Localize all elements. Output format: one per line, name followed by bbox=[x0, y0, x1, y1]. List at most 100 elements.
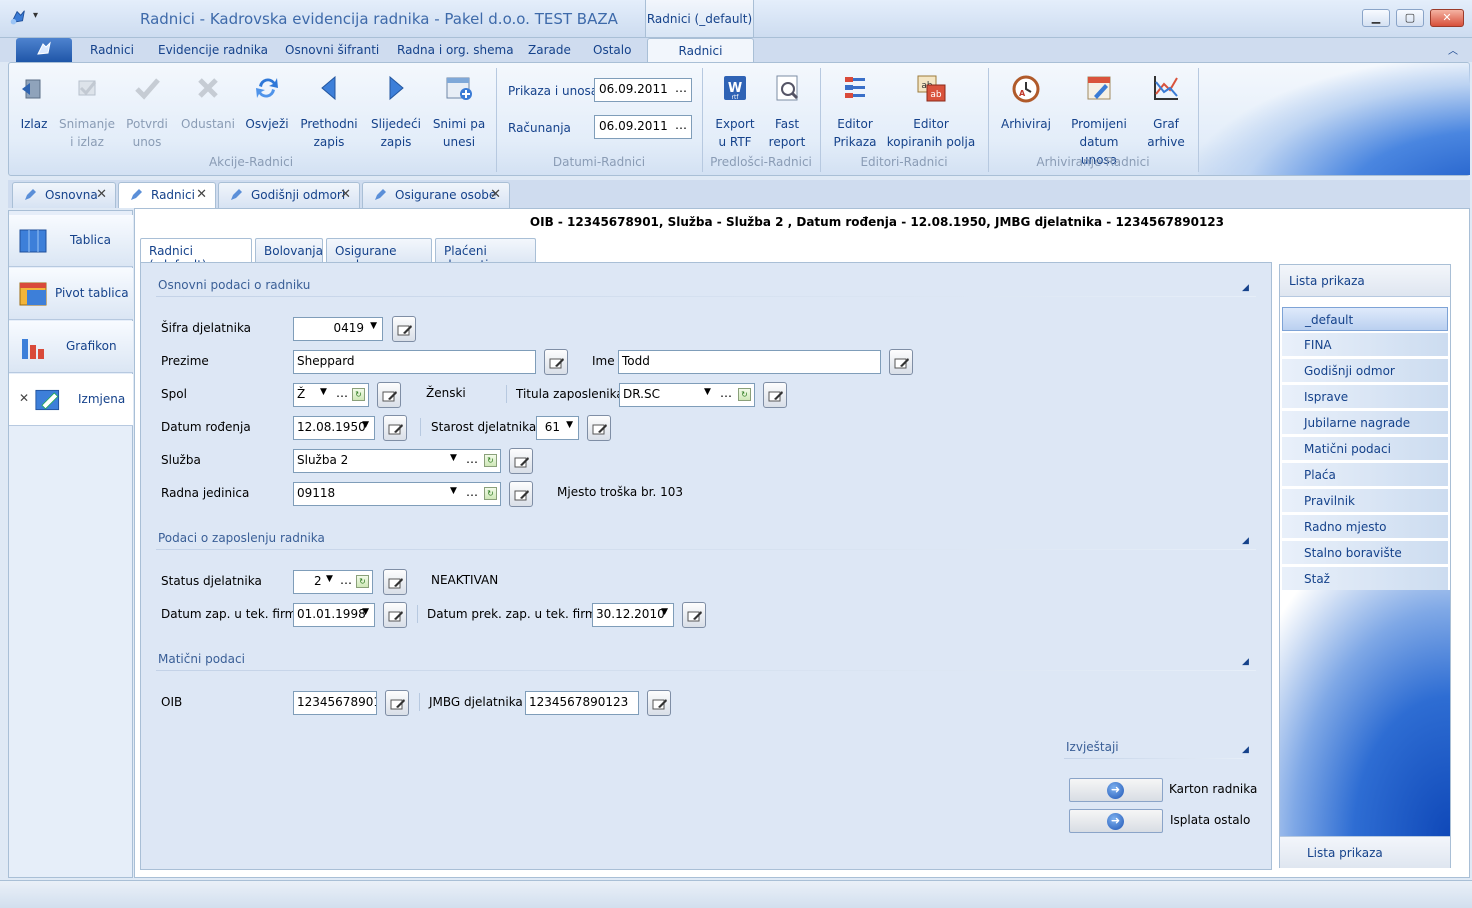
datum-prek-date-field[interactable]: 30.12.2010 ▼ bbox=[592, 603, 674, 627]
ribbon-tab-active-radnici[interactable]: Radnici bbox=[647, 38, 754, 63]
spol-dropdown[interactable]: Ž ▼ … ↻ bbox=[293, 383, 369, 407]
dropdown-arrow-icon[interactable]: ▼ bbox=[704, 387, 711, 397]
edit-datum-zap-button[interactable] bbox=[383, 602, 407, 628]
inner-tab-radnici-default[interactable]: Radnici (_default) bbox=[140, 238, 252, 272]
inner-tab-osigurane-osobe[interactable]: Osigurane osobe bbox=[326, 238, 432, 272]
ellipsis-icon[interactable]: … bbox=[675, 118, 687, 132]
edit-radna-jedinica-button[interactable] bbox=[509, 481, 533, 507]
quick-access-dropdown-icon[interactable]: ▾ bbox=[33, 10, 38, 21]
racunanja-date-field[interactable]: 06.09.2011 … bbox=[594, 115, 692, 139]
close-icon[interactable]: ✕ bbox=[96, 187, 107, 202]
potvrdi-unos-button[interactable]: Potvrdi unos bbox=[124, 72, 170, 151]
radna-jedinica-dropdown[interactable]: 09118 ▼ … ↻ bbox=[293, 482, 501, 506]
collapse-icon[interactable]: ◢ bbox=[1242, 745, 1249, 755]
view-item-radno-mjesto[interactable]: Radno mjesto bbox=[1282, 515, 1448, 539]
nav-item-tablica[interactable]: Tablica bbox=[9, 215, 133, 267]
close-icon[interactable]: ✕ bbox=[196, 187, 207, 202]
app-menu-button[interactable] bbox=[16, 38, 72, 62]
view-item-default[interactable]: _default bbox=[1282, 307, 1448, 331]
close-icon[interactable]: ✕ bbox=[19, 391, 29, 405]
isplata-ostalo-report-button[interactable]: ➜ bbox=[1069, 809, 1163, 833]
ribbon-tab-evidencije[interactable]: Evidencije radnika bbox=[158, 43, 268, 57]
datum-zap-date-field[interactable]: 01.01.1998 ▼ bbox=[293, 603, 375, 627]
dropdown-arrow-icon[interactable]: ▼ bbox=[450, 453, 457, 463]
doc-tab-osnovna[interactable]: Osnovna ✕ bbox=[12, 182, 116, 208]
dropdown-arrow-icon[interactable]: ▼ bbox=[320, 387, 327, 397]
prethodni-zapis-button[interactable]: Prethodni zapis bbox=[298, 72, 360, 151]
graf-arhive-button[interactable]: Graf arhive bbox=[1144, 72, 1188, 151]
edit-jmbg-button[interactable] bbox=[647, 690, 671, 716]
dropdown-arrow-icon[interactable]: ▼ bbox=[450, 486, 457, 496]
view-item-isprave[interactable]: Isprave bbox=[1282, 385, 1448, 409]
ribbon-tab-zarade[interactable]: Zarade bbox=[528, 43, 571, 57]
edit-datum-rodenja-button[interactable] bbox=[383, 415, 407, 441]
dropdown-arrow-icon[interactable]: ▼ bbox=[326, 574, 333, 584]
dropdown-arrow-icon[interactable]: ▼ bbox=[370, 321, 377, 331]
ellipsis-icon[interactable]: … bbox=[336, 386, 348, 400]
view-item-jubilarne-nagrade[interactable]: Jubilarne nagrade bbox=[1282, 411, 1448, 435]
view-item-staz[interactable]: Staž bbox=[1282, 567, 1448, 591]
ellipsis-icon[interactable]: … bbox=[466, 485, 478, 499]
view-item-godisnji-odmor[interactable]: Godišnji odmor bbox=[1282, 359, 1448, 383]
doc-tab-osigurane-osobe[interactable]: Osigurane osobe ✕ bbox=[362, 182, 510, 208]
ellipsis-icon[interactable]: … bbox=[720, 386, 732, 400]
refresh-small-icon[interactable]: ↻ bbox=[484, 487, 497, 500]
karton-radnika-report-button[interactable]: ➜ bbox=[1069, 778, 1163, 802]
nav-item-grafikon[interactable]: Grafikon bbox=[9, 321, 133, 373]
ellipsis-icon[interactable]: … bbox=[466, 452, 478, 466]
jmbg-input[interactable]: 1234567890123 bbox=[525, 691, 639, 715]
edit-titula-button[interactable] bbox=[763, 382, 787, 408]
editor-prikaza-button[interactable]: Editor Prikaza bbox=[830, 72, 880, 151]
refresh-small-icon[interactable]: ↻ bbox=[738, 388, 751, 401]
export-rtf-button[interactable]: Wrtf Export u RTF bbox=[710, 72, 760, 151]
close-icon[interactable]: ✕ bbox=[340, 187, 351, 202]
ime-input[interactable]: Todd bbox=[618, 350, 881, 374]
inner-tab-bolovanja[interactable]: Bolovanja bbox=[255, 238, 323, 263]
dropdown-arrow-icon[interactable]: ▼ bbox=[362, 420, 369, 430]
view-item-placa[interactable]: Plaća bbox=[1282, 463, 1448, 487]
collapse-icon[interactable]: ◢ bbox=[1242, 657, 1249, 667]
lista-prikaza-footer-button[interactable]: Lista prikaza bbox=[1280, 836, 1450, 868]
edit-datum-prek-button[interactable] bbox=[682, 602, 706, 628]
view-item-fina[interactable]: FINA bbox=[1282, 333, 1448, 357]
dropdown-arrow-icon[interactable]: ▼ bbox=[362, 607, 369, 617]
app-logo-icon[interactable] bbox=[8, 8, 28, 28]
nav-item-izmjena[interactable]: ✕ Izmjena bbox=[9, 374, 133, 426]
oib-input[interactable]: 12345678901 bbox=[293, 691, 377, 715]
arhiviraj-button[interactable]: A Arhiviraj bbox=[998, 72, 1054, 133]
doc-tab-godisnji-odmori[interactable]: Godišnji odmori ✕ bbox=[218, 182, 360, 208]
status-dropdown[interactable]: 2 ▼ … ↻ bbox=[293, 570, 373, 594]
izlaz-button[interactable]: Izlaz bbox=[16, 72, 52, 133]
edit-oib-button[interactable] bbox=[385, 690, 409, 716]
close-button[interactable]: ✕ bbox=[1430, 9, 1464, 27]
dropdown-arrow-icon[interactable]: ▼ bbox=[661, 607, 668, 617]
edit-sifra-button[interactable] bbox=[392, 316, 416, 342]
doc-tab-radnici[interactable]: Radnici ✕ bbox=[118, 182, 216, 208]
ellipsis-icon[interactable]: … bbox=[675, 81, 687, 95]
close-icon[interactable]: ✕ bbox=[490, 187, 501, 202]
ribbon-tab-radna-shema[interactable]: Radna i org. shema bbox=[397, 43, 514, 57]
prikaza-unosa-date-field[interactable]: 06.09.2011 … bbox=[594, 78, 692, 102]
minimize-button[interactable]: ▁ bbox=[1362, 9, 1390, 27]
datum-rodenja-date-field[interactable]: 12.08.1950 ▼ bbox=[293, 416, 375, 440]
prezime-input[interactable]: Sheppard bbox=[293, 350, 536, 374]
view-item-maticni-podaci[interactable]: Matični podaci bbox=[1282, 437, 1448, 461]
maximize-button[interactable]: ▢ bbox=[1396, 9, 1424, 27]
view-item-pravilnik[interactable]: Pravilnik bbox=[1282, 489, 1448, 513]
sifra-dropdown[interactable]: 0419 ▼ bbox=[293, 317, 383, 341]
snimi-pa-unesi-button[interactable]: Snimi pa unesi bbox=[432, 72, 486, 151]
ribbon-collapse-icon[interactable]: ︿ bbox=[1448, 42, 1458, 57]
slijedeci-zapis-button[interactable]: Slijedeći zapis bbox=[366, 72, 426, 151]
osvjezi-button[interactable]: Osvježi bbox=[244, 72, 290, 133]
view-item-stalno-boraviste[interactable]: Stalno boravište bbox=[1282, 541, 1448, 565]
edit-status-button[interactable] bbox=[383, 569, 407, 595]
odustani-button[interactable]: Odustani bbox=[180, 72, 236, 133]
refresh-small-icon[interactable]: ↻ bbox=[484, 454, 497, 467]
collapse-icon[interactable]: ◢ bbox=[1242, 283, 1249, 293]
dropdown-arrow-icon[interactable]: ▼ bbox=[566, 420, 573, 430]
ribbon-tab-ostalo[interactable]: Ostalo bbox=[593, 43, 631, 57]
fast-report-button[interactable]: Fast report bbox=[764, 72, 810, 151]
sluzba-dropdown[interactable]: Služba 2 ▼ … ↻ bbox=[293, 449, 501, 473]
edit-spol-button[interactable] bbox=[377, 382, 401, 408]
collapse-icon[interactable]: ◢ bbox=[1242, 536, 1249, 546]
